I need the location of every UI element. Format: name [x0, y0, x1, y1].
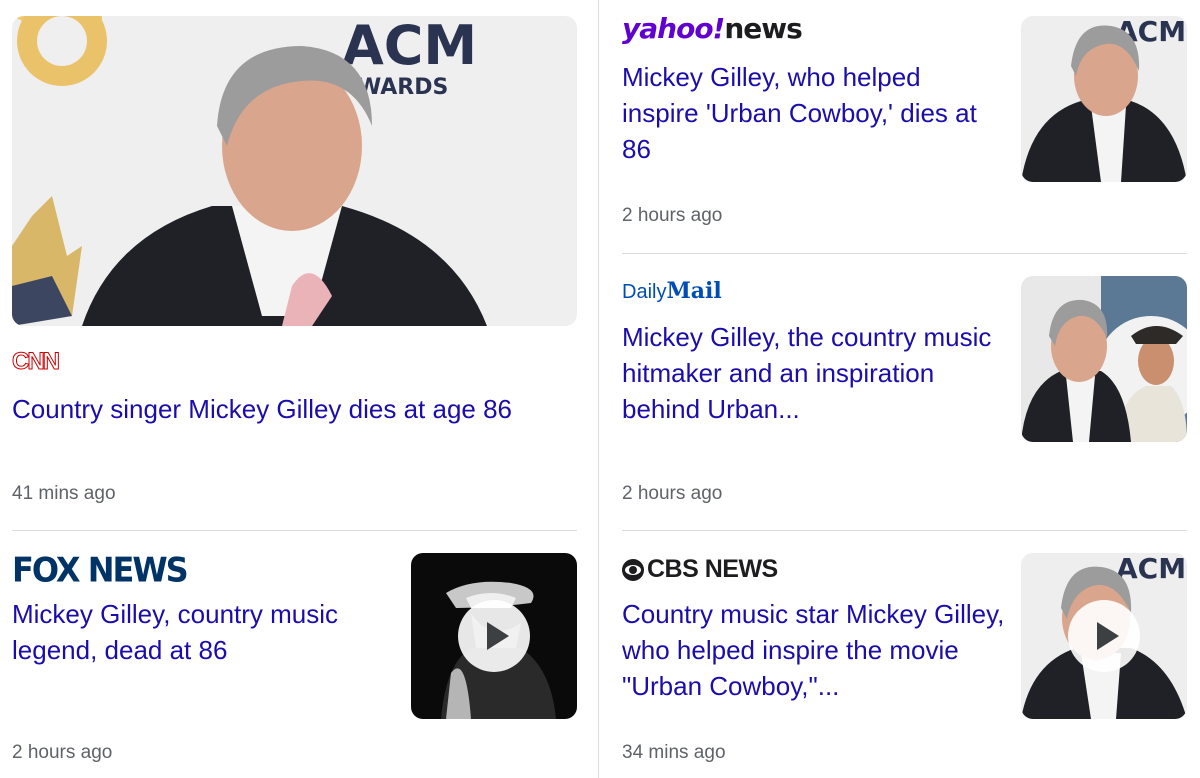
story-timestamp: 2 hours ago [12, 742, 113, 763]
story-headline[interactable]: Country singer Mickey Gilley dies at age… [12, 391, 582, 427]
news-story-card[interactable]: DailyMail Mickey Gilley, the country mus… [610, 254, 1200, 530]
source-logo-brand: yahoo! [622, 12, 725, 45]
news-story-card[interactable]: FOX NEWS Mickey Gilley, country music le… [0, 531, 590, 778]
story-headline[interactable]: Mickey Gilley, who helped inspire 'Urban… [622, 59, 1002, 167]
story-thumbnail [1021, 276, 1187, 442]
story-thumbnail[interactable] [411, 553, 577, 719]
story-headline[interactable]: Mickey Gilley, country music legend, dea… [12, 596, 392, 668]
source-logo-brand: Daily [622, 281, 667, 303]
news-story-card[interactable]: ACM WARDS CNN Country singer Mickey Gill… [0, 0, 590, 530]
story-headline[interactable]: Country music star Mickey Gilley, who he… [622, 596, 1012, 704]
source-logo: DailyMail [622, 278, 722, 304]
story-timestamp: 41 mins ago [12, 483, 116, 504]
svg-text:WARDS: WARDS [357, 75, 448, 100]
story-timestamp: 2 hours ago [622, 205, 723, 226]
cbs-eye-icon [622, 558, 644, 581]
svg-text:ACM: ACM [342, 16, 477, 77]
source-logo-text: CBS NEWS [647, 555, 778, 583]
news-story-card[interactable]: yahoo!news Mickey Gilley, who helped ins… [610, 0, 1200, 253]
source-logo-suffix: news [724, 12, 802, 45]
story-thumbnail: ACM [1021, 16, 1187, 182]
svg-text:ACM: ACM [1116, 553, 1186, 585]
play-video-button[interactable] [458, 600, 530, 672]
source-logo: CBS NEWS [622, 555, 778, 584]
news-story-card[interactable]: CBS NEWS Country music star Mickey Gille… [610, 531, 1200, 778]
story-thumbnail: ACM WARDS [12, 16, 577, 326]
story-headline[interactable]: Mickey Gilley, the country music hitmake… [622, 319, 1002, 427]
story-thumbnail[interactable]: ACM [1021, 553, 1187, 719]
source-logo: FOX NEWS [12, 550, 189, 590]
source-logo: yahoo!news [622, 12, 803, 45]
source-logo: CNN [12, 348, 61, 376]
story-timestamp: 34 mins ago [622, 742, 726, 763]
story-timestamp: 2 hours ago [622, 483, 723, 504]
play-video-button[interactable] [1068, 600, 1140, 672]
column-divider [598, 0, 599, 778]
source-logo-suffix: Mail [666, 278, 722, 304]
